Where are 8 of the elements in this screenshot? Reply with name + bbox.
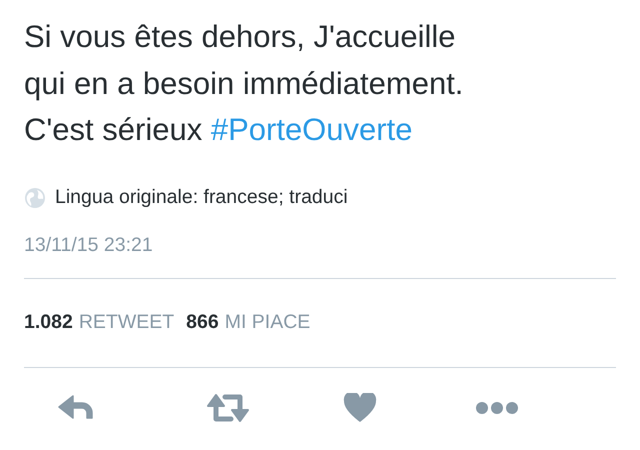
stat-label[interactable]: MI PIACE — [224, 311, 310, 334]
tweet-text: Si vous êtes dehors, J'accueille qui en a besoin immédiatement. C'est sérieux #PorteOuverte — [24, 18, 464, 149]
stat-count: 1.082 — [24, 311, 73, 334]
stat-count: 866 — [186, 311, 219, 334]
hashtag-link[interactable]: #PorteOuverte — [210, 112, 412, 147]
stat-label[interactable]: RETWEET — [78, 311, 174, 334]
tweet-timestamp: 13/11/15 23:21 — [24, 234, 154, 258]
translation-notice[interactable]: Lingua originale: francese; traduci — [55, 186, 348, 209]
